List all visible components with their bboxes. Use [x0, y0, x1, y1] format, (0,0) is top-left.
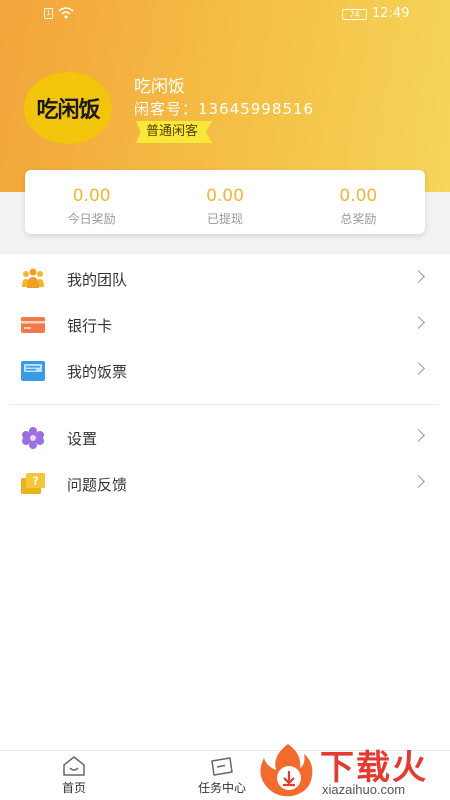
level-badge: 普通闲客 [136, 121, 213, 143]
username: 吃闲饭 [134, 77, 185, 97]
menu-group-general: 设置 ? 问题反馈 [0, 415, 450, 507]
flame-logo-icon [260, 744, 313, 797]
bank-card-icon [21, 317, 45, 333]
meal-ticket-icon [21, 361, 45, 381]
member-id-label: 闲客号： [134, 100, 199, 118]
menu-divider [10, 404, 438, 405]
stat-label: 已提现 [206, 212, 243, 226]
tab-home[interactable]: 首页 [44, 755, 104, 796]
menu-item-bank-card[interactable]: 银行卡 [0, 302, 450, 348]
menu-label: 银行卡 [67, 317, 113, 335]
chevron-right-icon [412, 316, 425, 329]
team-icon [22, 268, 44, 288]
stats-card: 0.00 今日奖励 0.00 已提现 0.00 总奖励 [25, 170, 425, 234]
menu-item-feedback[interactable]: ? 问题反馈 [0, 461, 450, 507]
menu-label: 问题反馈 [67, 476, 128, 494]
logo-text: 吃闲饭 [36, 97, 100, 123]
feedback-icon: ? [21, 473, 45, 494]
tab-label: 首页 [61, 781, 86, 795]
stat-value: 0.00 [72, 186, 111, 206]
avatar[interactable]: 吃闲饭 [24, 72, 112, 144]
member-id: 13645998516 [198, 100, 314, 118]
chevron-right-icon [412, 270, 425, 283]
menu-label: 我的团队 [67, 271, 128, 289]
sim-icon: 1 [44, 8, 53, 19]
settings-icon [22, 427, 44, 449]
menu-group-account: 我的团队 银行卡 我的饭票 [0, 256, 450, 394]
status-time: 12:49 [372, 6, 410, 21]
chevron-right-icon [412, 475, 425, 488]
tab-label: 任务中心 [197, 781, 246, 795]
menu-item-settings[interactable]: 设置 [0, 415, 450, 461]
wifi-icon [58, 7, 74, 19]
menu-item-team[interactable]: 我的团队 [0, 256, 450, 302]
stat-value: 0.00 [339, 186, 378, 206]
tab-task-center[interactable]: 任务中心 [192, 755, 252, 796]
stat-today-reward[interactable]: 0.00 今日奖励 [25, 170, 158, 234]
stat-label: 总奖励 [340, 212, 377, 226]
menu-item-meal-ticket[interactable]: 我的饭票 [0, 348, 450, 394]
member-id-row: 闲客号：13645998516 [134, 98, 314, 119]
battery-level: 74 [349, 10, 360, 19]
stat-value: 0.00 [206, 186, 244, 206]
battery-icon: 74 [342, 9, 367, 20]
chevron-right-icon [412, 362, 425, 375]
svg-text:?: ? [32, 475, 38, 488]
watermark: 下载火 xiazaihuo.com [254, 740, 450, 800]
stat-total-reward[interactable]: 0.00 总奖励 [292, 170, 425, 234]
menu-label: 设置 [67, 430, 98, 448]
status-bar: 1 74 12:49 [0, 0, 450, 28]
watermark-url: xiazaihuo.com [322, 782, 406, 797]
home-icon [63, 756, 85, 776]
chevron-right-icon [412, 429, 425, 442]
stat-withdrawn[interactable]: 0.00 已提现 [158, 170, 291, 234]
menu-label: 我的饭票 [67, 363, 128, 381]
task-icon [211, 757, 233, 776]
stat-label: 今日奖励 [67, 212, 116, 226]
